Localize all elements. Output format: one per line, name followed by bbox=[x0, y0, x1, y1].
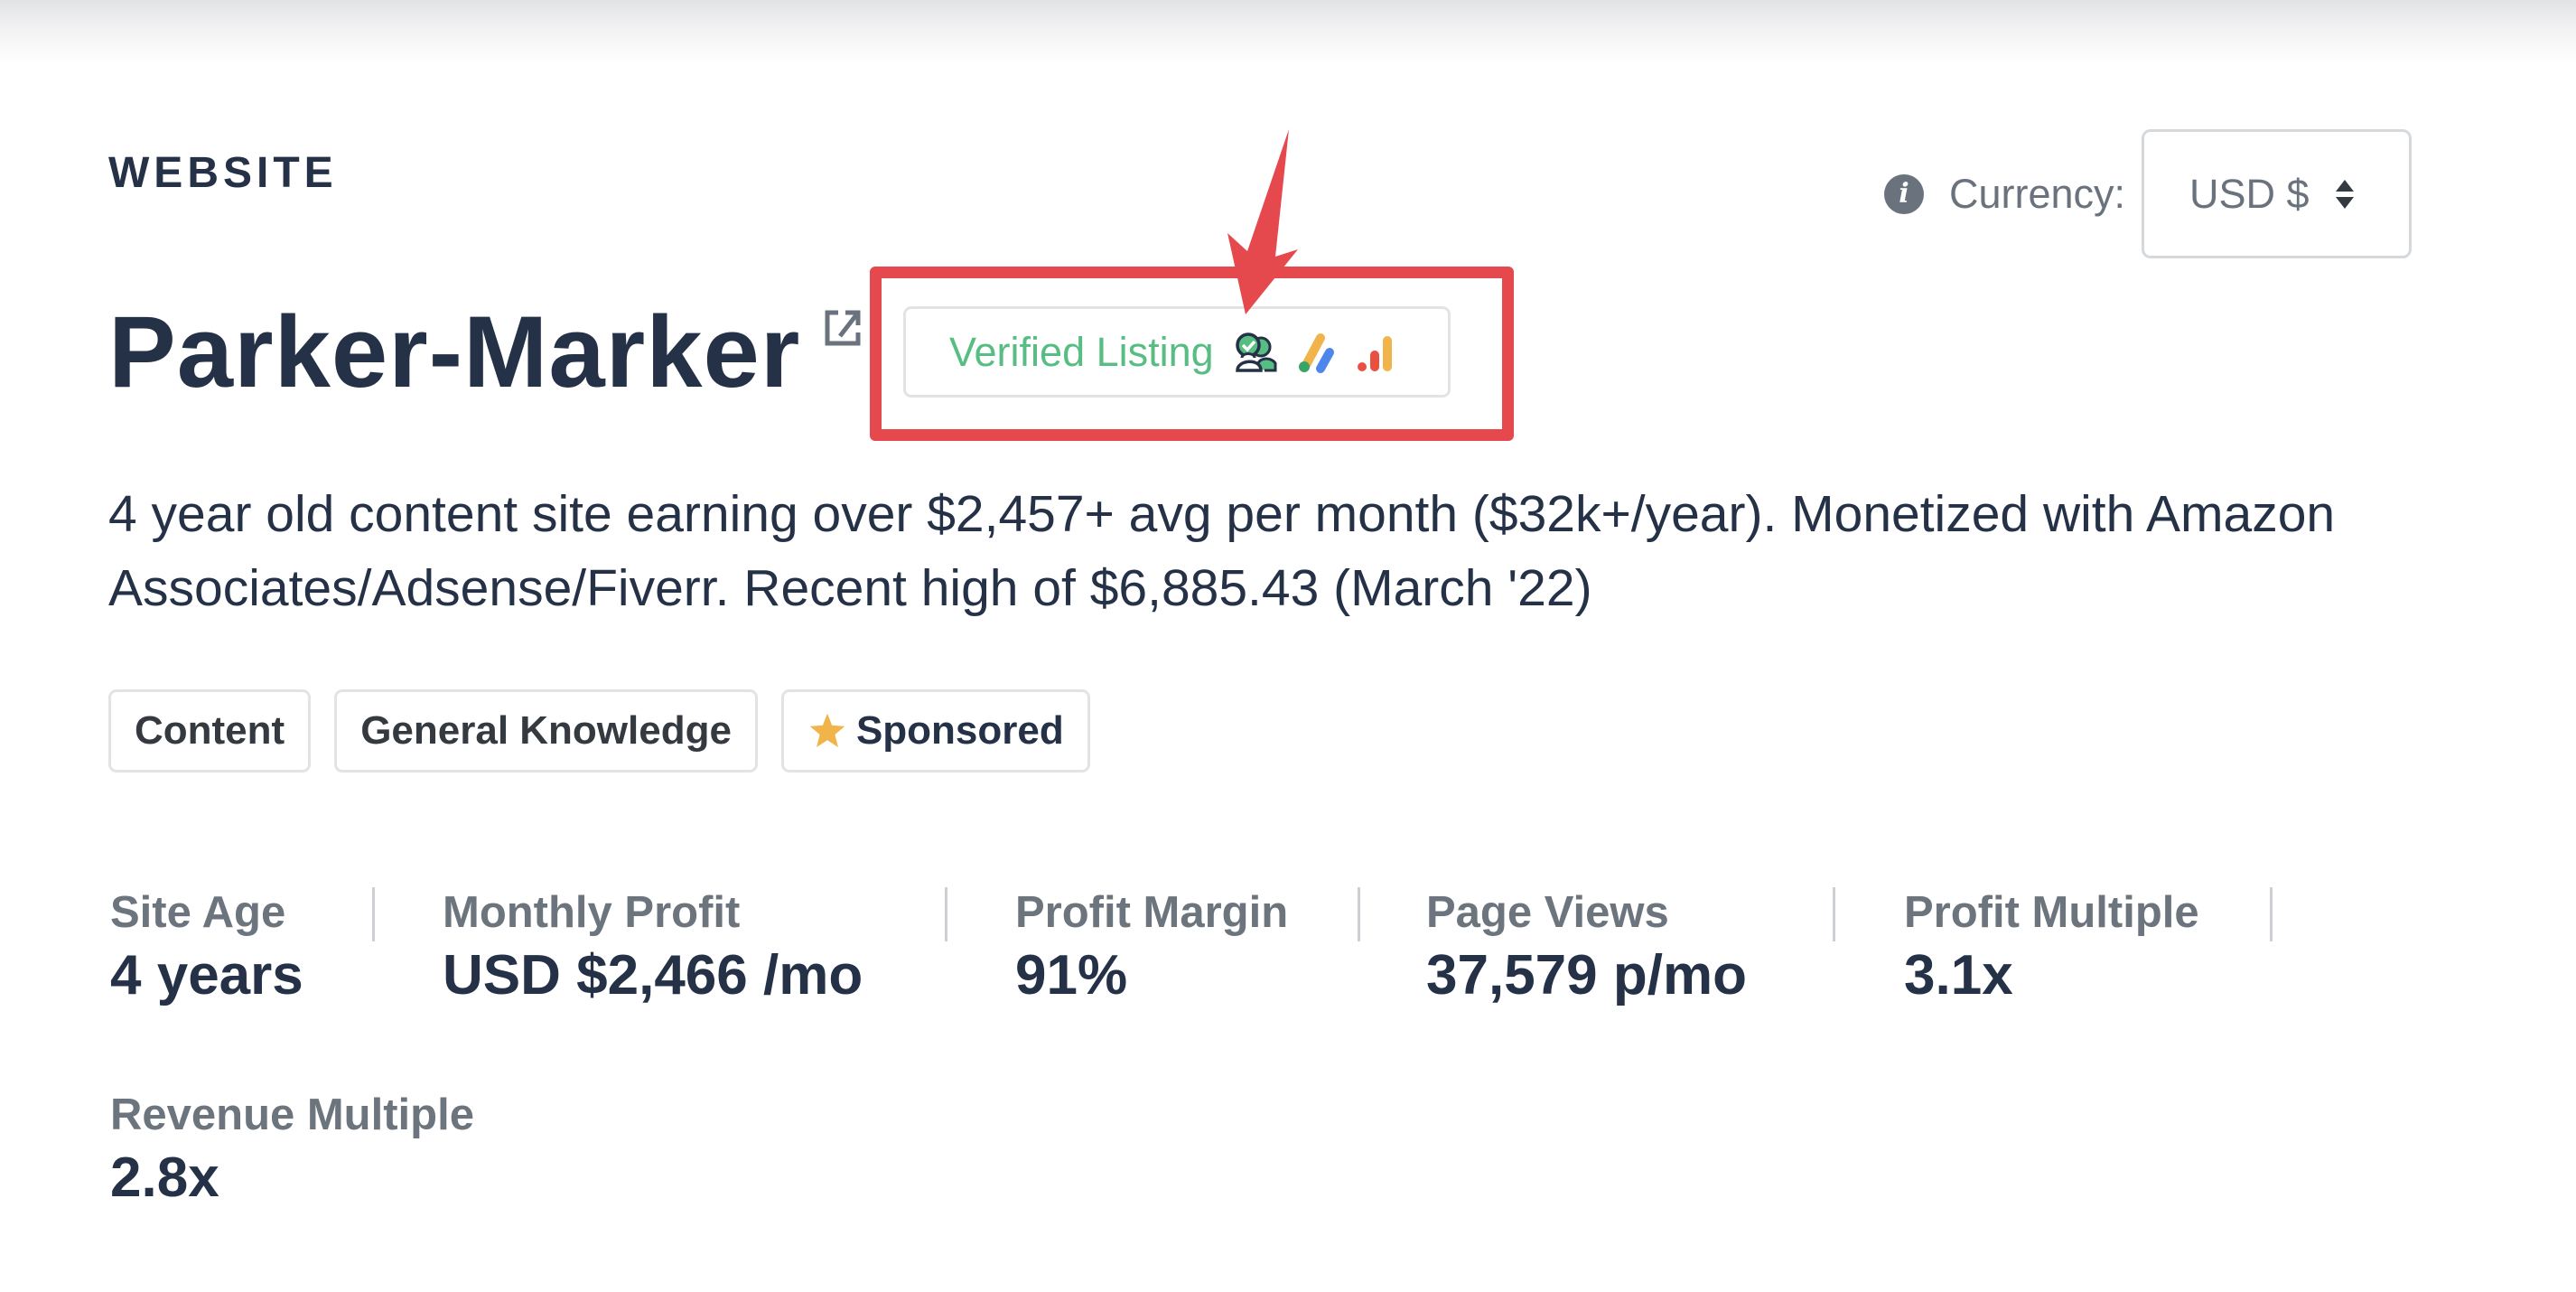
stat-label: Profit Multiple bbox=[1904, 888, 2199, 937]
stat-value: USD $2,466 /mo bbox=[443, 944, 863, 1006]
stat-label: Profit Margin bbox=[1015, 888, 1289, 937]
stat-profit-multiple: Profit Multiple 3.1x bbox=[1904, 884, 2199, 1010]
stat-divider bbox=[945, 887, 947, 941]
verified-user-icon bbox=[1235, 332, 1277, 372]
tag-general-knowledge[interactable]: General Knowledge bbox=[334, 689, 758, 772]
stat-label: Site Age bbox=[110, 888, 286, 937]
stat-label: Monthly Profit bbox=[443, 888, 741, 937]
currency-selector-group: i Currency: USD $ bbox=[1884, 129, 2412, 258]
stat-value: 3.1x bbox=[1904, 944, 2013, 1006]
stat-label: Revenue Multiple bbox=[110, 1091, 474, 1139]
stat-profit-margin: Profit Margin 91% bbox=[1015, 884, 1288, 1010]
currency-select-value: USD $ bbox=[2189, 170, 2310, 217]
listing-page: WEBSITE i Currency: USD $ Parker-Marker … bbox=[0, 0, 2576, 1292]
currency-select[interactable]: USD $ bbox=[2142, 129, 2412, 258]
tag-label: Sponsored bbox=[855, 708, 1064, 753]
tag-label: Content bbox=[135, 708, 285, 753]
stat-divider bbox=[372, 887, 375, 941]
stat-divider bbox=[1358, 887, 1360, 941]
stat-divider bbox=[2270, 887, 2273, 941]
currency-label: Currency: bbox=[1949, 170, 2126, 217]
listing-title: Parker-Marker bbox=[108, 295, 801, 408]
top-shadow bbox=[0, 0, 2576, 65]
google-adsense-icon bbox=[1298, 332, 1334, 373]
stat-monthly-profit: Monthly Profit USD $2,466 /mo bbox=[443, 884, 863, 1010]
stat-value: 37,579 p/mo bbox=[1426, 944, 1747, 1006]
tag-label: General Knowledge bbox=[360, 708, 732, 753]
listing-type-label: WEBSITE bbox=[108, 149, 338, 197]
tag-list: Content General Knowledge Sponsored bbox=[108, 689, 1114, 772]
stat-site-age: Site Age 4 years bbox=[110, 884, 303, 1010]
stat-revenue-multiple: Revenue Multiple 2.8x bbox=[110, 1086, 474, 1212]
verified-listing-badge[interactable]: Verified Listing bbox=[903, 306, 1451, 398]
sort-updown-icon bbox=[2336, 179, 2354, 209]
star-icon bbox=[809, 713, 845, 747]
stat-page-views: Page Views 37,579 p/mo bbox=[1426, 884, 1747, 1010]
listing-description: 4 year old content site earning over $2,… bbox=[108, 485, 2336, 617]
google-analytics-icon bbox=[1357, 335, 1392, 371]
external-link-icon[interactable] bbox=[824, 309, 862, 347]
stat-value: 91% bbox=[1015, 944, 1128, 1006]
stat-value: 4 years bbox=[110, 944, 303, 1006]
stat-divider bbox=[1833, 887, 1835, 941]
tag-content[interactable]: Content bbox=[108, 689, 312, 772]
verified-listing-label: Verified Listing bbox=[949, 328, 1214, 375]
stat-value: 2.8x bbox=[110, 1147, 219, 1209]
tag-sponsored[interactable]: Sponsored bbox=[780, 689, 1090, 772]
info-icon[interactable]: i bbox=[1884, 173, 1924, 214]
stat-label: Page Views bbox=[1426, 888, 1669, 937]
